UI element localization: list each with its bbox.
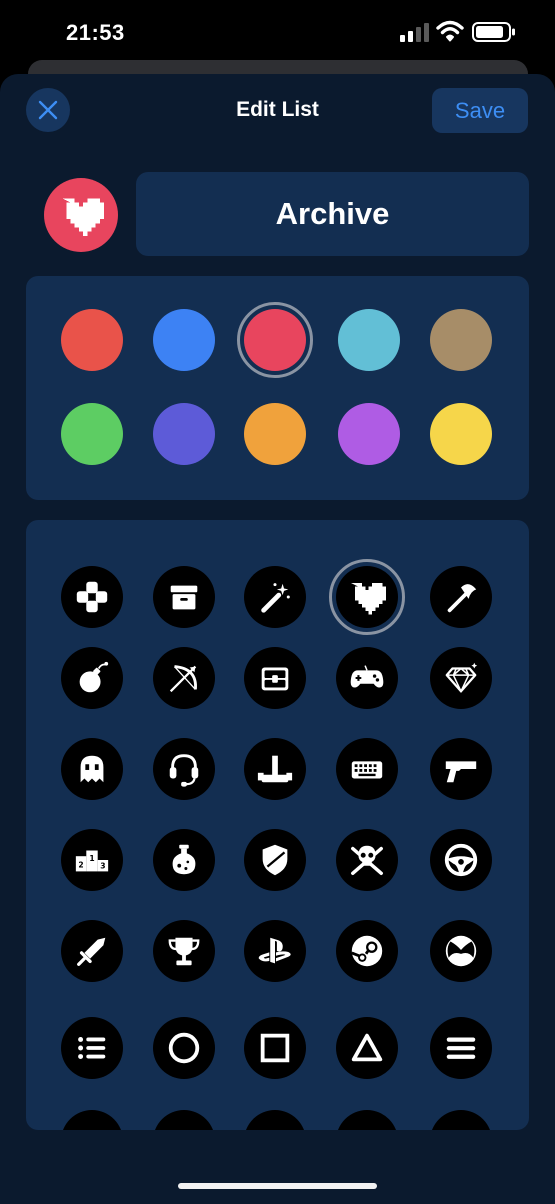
icon-option-pistol[interactable]: [430, 738, 492, 800]
icon-option-headset[interactable]: [153, 738, 215, 800]
axe-icon: [447, 584, 477, 613]
sword-icon: [77, 937, 106, 966]
svg-text:2: 2: [78, 861, 83, 870]
color-picker: [26, 276, 529, 500]
icon-option-shield[interactable]: [244, 829, 306, 891]
color-swatch-orange[interactable]: [244, 403, 306, 465]
save-button[interactable]: Save: [432, 88, 528, 133]
icon-option-keyboard[interactable]: [336, 738, 398, 800]
icon-option-partial[interactable]: [244, 1110, 306, 1130]
icon-option-partial[interactable]: [430, 1110, 492, 1130]
trophy-icon: [168, 937, 200, 966]
icon-option-ghost[interactable]: [61, 738, 123, 800]
square-icon: [260, 1033, 290, 1063]
icon-option-list[interactable]: [61, 1017, 123, 1079]
pistol-icon: [445, 761, 477, 783]
icon-option-sword[interactable]: [61, 920, 123, 982]
potion-icon: [172, 844, 196, 875]
icon-option-gamepad[interactable]: [61, 566, 123, 628]
game-controller-icon: [350, 665, 384, 688]
diamond-icon: [445, 662, 478, 694]
gamepad-dpad-icon: [76, 581, 108, 613]
battery-icon: [472, 22, 515, 42]
heart-icon: [62, 198, 104, 236]
bomb-icon: [79, 661, 109, 693]
svg-text:3: 3: [100, 862, 105, 871]
status-time: 21:53: [66, 20, 125, 45]
icon-option-magic-wand[interactable]: [244, 566, 306, 628]
icon-option-game-controller[interactable]: [336, 647, 398, 709]
icon-option-joystick[interactable]: [244, 738, 306, 800]
xbox-logo-icon: [445, 935, 477, 967]
icon-option-bomb[interactable]: [61, 647, 123, 709]
color-swatch-green[interactable]: [61, 403, 123, 465]
status-bar: 21:53: [0, 0, 555, 62]
color-swatch-teal[interactable]: [338, 309, 400, 371]
archive-box-icon: [170, 585, 198, 610]
color-swatch-pink-red[interactable]: [244, 309, 306, 371]
steam-logo-icon: [351, 935, 383, 967]
circle-icon: [168, 1032, 200, 1064]
color-swatch-indigo[interactable]: [153, 403, 215, 465]
playstation-logo-icon: [258, 937, 291, 964]
headset-icon: [169, 754, 199, 787]
icon-option-triangle[interactable]: [336, 1017, 398, 1079]
icon-option-menu[interactable]: [430, 1017, 492, 1079]
icon-option-xbox[interactable]: [430, 920, 492, 982]
svg-text:1: 1: [89, 854, 94, 863]
keyboard-icon: [351, 761, 383, 779]
icon-option-axe[interactable]: [430, 566, 492, 628]
menu-lines-icon: [446, 1037, 476, 1059]
list-icon: [78, 1036, 106, 1060]
icon-option-heart[interactable]: [336, 566, 398, 628]
podium-icon: 12 3: [75, 850, 109, 872]
list-name-input[interactable]: Archive: [136, 172, 529, 256]
icon-picker: 12 3: [26, 520, 529, 1130]
home-indicator[interactable]: [178, 1183, 377, 1189]
icon-option-square[interactable]: [244, 1017, 306, 1079]
color-swatch-yellow[interactable]: [430, 403, 492, 465]
icon-option-partial[interactable]: [153, 1110, 215, 1130]
icon-option-potion[interactable]: [153, 829, 215, 891]
wifi-icon: [436, 20, 464, 42]
icon-option-bow[interactable]: [153, 647, 215, 709]
icon-option-partial[interactable]: [336, 1110, 398, 1130]
icon-option-trophy[interactable]: [153, 920, 215, 982]
icon-option-skull[interactable]: [336, 829, 398, 891]
list-icon-preview[interactable]: [44, 178, 118, 252]
icon-option-steam[interactable]: [336, 920, 398, 982]
color-swatch-purple[interactable]: [338, 403, 400, 465]
bow-arrow-icon: [169, 665, 197, 693]
steering-wheel-icon: [444, 843, 478, 877]
shield-icon: [262, 844, 288, 876]
icon-option-partial[interactable]: [61, 1110, 123, 1130]
ghost-icon: [80, 755, 104, 783]
icon-option-diamond[interactable]: [430, 647, 492, 709]
joystick-icon: [257, 755, 293, 783]
color-swatch-red[interactable]: [61, 309, 123, 371]
icon-option-archive[interactable]: [153, 566, 215, 628]
icon-option-circle[interactable]: [153, 1017, 215, 1079]
treasure-chest-icon: [261, 667, 289, 691]
magic-wand-icon: [261, 583, 290, 613]
triangle-icon: [351, 1033, 383, 1062]
icon-option-steering-wheel[interactable]: [430, 829, 492, 891]
icon-option-playstation[interactable]: [244, 920, 306, 982]
color-swatch-tan[interactable]: [430, 309, 492, 371]
skull-crossbones-icon: [351, 845, 383, 876]
icon-option-podium[interactable]: 12 3: [61, 829, 123, 891]
heart-icon: [351, 583, 386, 615]
color-swatch-blue[interactable]: [153, 309, 215, 371]
cellular-signal-icon: [400, 23, 429, 42]
icon-option-treasure-chest[interactable]: [244, 647, 306, 709]
